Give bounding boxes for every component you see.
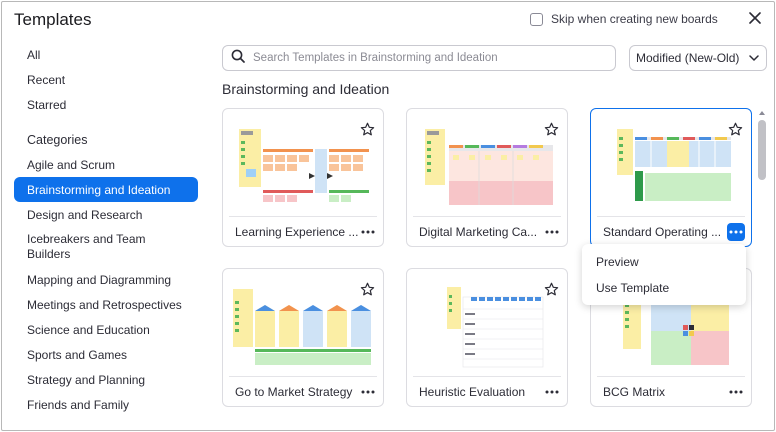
scroll-thumb[interactable] bbox=[758, 120, 766, 180]
card-divider bbox=[229, 216, 377, 217]
template-card[interactable]: Heuristic Evaluation bbox=[406, 268, 568, 407]
sort-dropdown[interactable]: Modified (New-Old) bbox=[629, 45, 767, 71]
card-context-menu: Preview Use Template bbox=[582, 244, 746, 305]
more-options-icon[interactable] bbox=[359, 383, 377, 401]
sort-selected: Modified (New-Old) bbox=[636, 51, 740, 65]
template-title: BCG Matrix bbox=[603, 385, 666, 399]
sidebar-item-all[interactable]: All bbox=[14, 42, 200, 67]
categories-heading: Categories bbox=[27, 132, 88, 147]
sidebar-item-brainstorming-and-ideation[interactable]: Brainstorming and Ideation bbox=[14, 177, 198, 202]
template-card[interactable]: Learning Experience ... bbox=[222, 108, 384, 247]
sidebar-item-sports-and-games[interactable]: Sports and Games bbox=[14, 342, 200, 367]
menu-item-preview[interactable]: Preview bbox=[582, 249, 746, 275]
skip-checkbox[interactable] bbox=[530, 12, 543, 26]
scrollbar[interactable] bbox=[756, 106, 768, 426]
star-icon[interactable] bbox=[728, 122, 743, 137]
card-divider bbox=[597, 376, 745, 377]
template-thumbnail bbox=[447, 287, 544, 368]
sidebar-item-science-and-education[interactable]: Science and Education bbox=[14, 317, 200, 342]
template-title: Standard Operating ... bbox=[603, 225, 722, 239]
menu-item-use-template[interactable]: Use Template bbox=[582, 275, 746, 301]
sidebar-item-design-and-research[interactable]: Design and Research bbox=[14, 202, 200, 227]
sidebar-item-agile-and-scrum[interactable]: Agile and Scrum bbox=[14, 152, 200, 177]
sidebar-item-starred[interactable]: Starred bbox=[14, 92, 200, 117]
more-options-icon[interactable] bbox=[359, 223, 377, 241]
sidebar-item-strategy-and-planning[interactable]: Strategy and Planning bbox=[14, 367, 200, 392]
card-divider bbox=[229, 376, 377, 377]
sidebar: All Recent Starred Categories Agile and … bbox=[14, 42, 200, 417]
sidebar-item-friends-and-family[interactable]: Friends and Family bbox=[14, 392, 200, 417]
star-icon[interactable] bbox=[360, 282, 375, 297]
sidebar-item-mapping-and-diagramming[interactable]: Mapping and Diagramming bbox=[14, 267, 200, 292]
dialog-title: Templates bbox=[14, 10, 92, 29]
search-icon bbox=[231, 49, 245, 68]
template-title: Digital Marketing Ca... bbox=[419, 225, 538, 239]
section-title: Brainstorming and Ideation bbox=[222, 81, 390, 97]
skip-label: Skip when creating new boards bbox=[551, 12, 718, 26]
star-icon[interactable] bbox=[544, 122, 559, 137]
star-icon[interactable] bbox=[360, 122, 375, 137]
card-divider bbox=[413, 376, 561, 377]
sidebar-item-icebreakers-and-team-builders[interactable]: Icebreakers and Team Builders bbox=[14, 227, 200, 267]
template-card[interactable]: Go to Market Strategy bbox=[222, 268, 384, 407]
close-icon[interactable] bbox=[746, 9, 764, 27]
sidebar-item-recent[interactable]: Recent bbox=[14, 67, 200, 92]
search-box[interactable] bbox=[222, 45, 616, 71]
template-thumbnail bbox=[425, 129, 553, 205]
card-divider bbox=[597, 216, 745, 217]
template-title: Heuristic Evaluation bbox=[419, 385, 526, 399]
sidebar-item-meetings-and-retrospectives[interactable]: Meetings and Retrospectives bbox=[14, 292, 200, 317]
template-card[interactable]: Standard Operating ... bbox=[590, 108, 752, 247]
more-options-icon[interactable] bbox=[727, 383, 745, 401]
chevron-down-icon bbox=[749, 51, 760, 65]
search-input[interactable] bbox=[253, 52, 593, 64]
scroll-up-icon[interactable] bbox=[756, 108, 768, 118]
templates-dialog: Templates Skip when creating new boards … bbox=[1, 1, 775, 431]
template-card[interactable]: Digital Marketing Ca... bbox=[406, 108, 568, 247]
template-thumbnail bbox=[233, 289, 371, 365]
template-thumbnail bbox=[617, 129, 731, 201]
star-icon[interactable] bbox=[544, 282, 559, 297]
card-divider bbox=[413, 216, 561, 217]
template-thumbnail bbox=[239, 129, 369, 202]
more-options-icon[interactable] bbox=[543, 223, 561, 241]
more-options-icon[interactable] bbox=[727, 223, 745, 241]
skip-option[interactable]: Skip when creating new boards bbox=[530, 12, 718, 26]
template-title: Learning Experience ... bbox=[235, 225, 359, 239]
template-title: Go to Market Strategy bbox=[235, 385, 353, 399]
more-options-icon[interactable] bbox=[543, 383, 561, 401]
